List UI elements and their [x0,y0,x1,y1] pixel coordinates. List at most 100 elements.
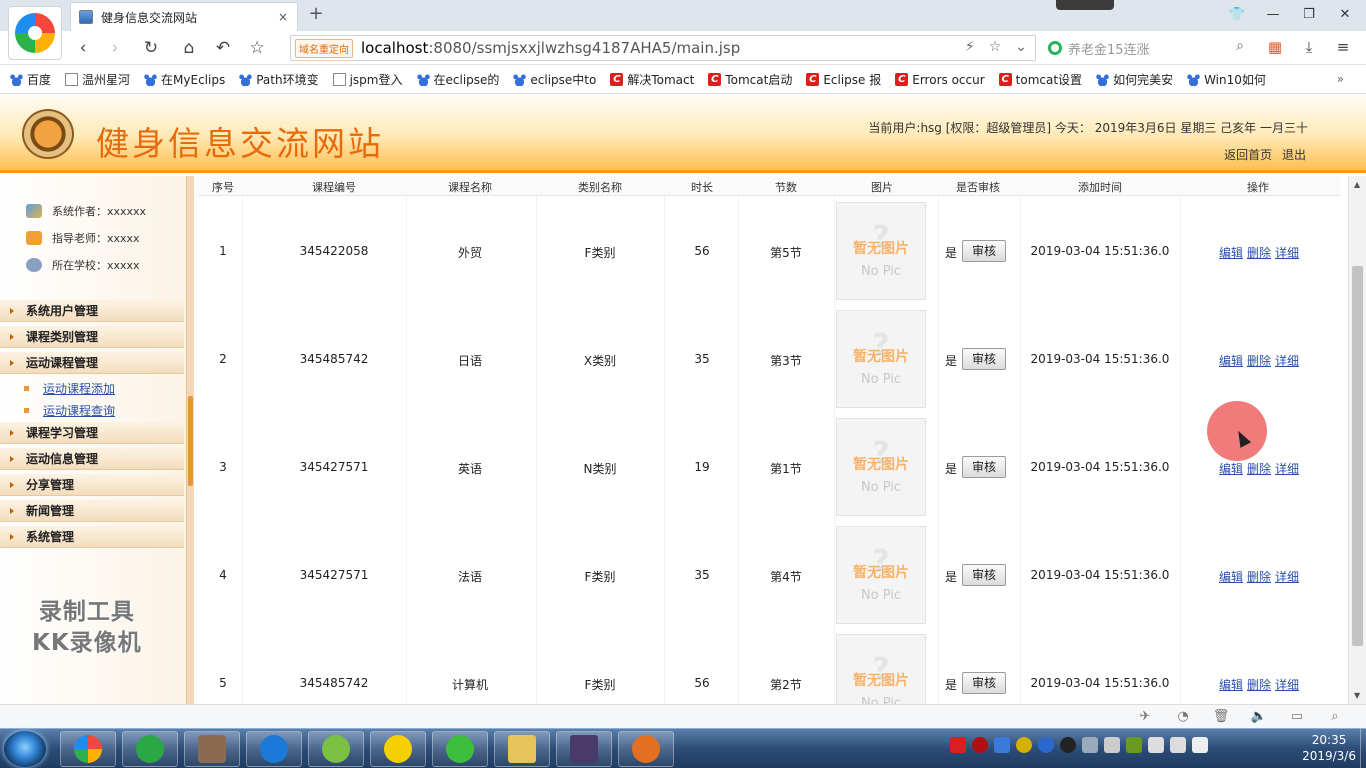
volume-icon[interactable] [1192,737,1208,753]
menu-system-users[interactable]: 系统用户管理 [0,300,184,322]
tray-icon[interactable] [1016,737,1032,753]
skin-icon[interactable]: 👕 [1220,4,1254,26]
bookmark-item[interactable]: C Errors occur [895,73,985,87]
search-input[interactable]: 养老金15连涨 [1068,39,1150,58]
bookmark-item[interactable]: 在eclipse的 [416,71,499,88]
tray-icon[interactable] [972,737,988,753]
browser-logo-icon[interactable] [8,6,62,60]
edit-link[interactable]: 编辑 [1219,354,1243,368]
download-icon[interactable]: ⤓ [1298,36,1320,58]
tray-icon[interactable] [1148,737,1164,753]
lightning-icon[interactable]: ⚡ [965,39,975,55]
show-desktop-button[interactable] [1360,729,1366,768]
audit-button[interactable]: 审核 [962,240,1006,262]
bookmark-item[interactable]: Win10如何 [1187,71,1266,88]
audit-button[interactable]: 审核 [962,348,1006,370]
bookmark-item[interactable]: Ctomcat设置 [998,71,1082,88]
detail-link[interactable]: 详细 [1275,678,1299,692]
menu-sport-course[interactable]: 运动课程管理 [0,352,184,374]
tray-icon[interactable] [1038,737,1054,753]
back-icon[interactable]: ‹ [72,37,94,59]
nvidia-icon[interactable] [1126,737,1142,753]
taskbar-browser[interactable] [60,731,116,767]
audit-button[interactable]: 审核 [962,672,1006,694]
taskbar-recorder[interactable] [618,731,674,767]
zoom-icon[interactable]: ⌕ [1326,709,1344,725]
volume-icon[interactable]: 🔈 [1250,709,1268,725]
menu-course-study[interactable]: 课程学习管理 [0,422,184,444]
menu-icon[interactable]: ≡ [1332,36,1354,58]
edit-link[interactable]: 编辑 [1219,246,1243,260]
audit-button[interactable]: 审核 [962,564,1006,586]
bookmark-item[interactable]: 百度 [10,71,51,88]
bookmark-item[interactable]: eclipse中to [513,71,596,88]
close-tab-icon[interactable]: × [275,10,291,24]
delete-link[interactable]: 删除 [1247,462,1271,476]
detail-link[interactable]: 详细 [1275,246,1299,260]
bookmark-item[interactable]: jspm登入 [332,71,403,88]
close-window-button[interactable]: ✕ [1328,4,1362,26]
home-link[interactable]: 返回首页 [1224,148,1272,162]
taskbar-wechat[interactable] [432,731,488,767]
taskbar-explorer[interactable] [494,731,550,767]
edit-link[interactable]: 编辑 [1219,570,1243,584]
vertical-scrollbar[interactable]: ▲ ▼ [1348,176,1366,704]
taskbar-app5[interactable] [308,731,364,767]
new-tab-button[interactable]: + [306,4,326,24]
menu-system[interactable]: 系统管理 [0,526,184,548]
detail-link[interactable]: 详细 [1275,462,1299,476]
minimize-button[interactable]: — [1256,4,1290,26]
home-icon[interactable]: ⌂ [178,37,200,59]
browser-tab[interactable]: 健身信息交流网站 × [70,2,298,31]
taskbar-javaee-ide[interactable] [556,731,612,767]
menu-course-category[interactable]: 课程类别管理 [0,326,184,348]
menu-sport-info[interactable]: 运动信息管理 [0,448,184,470]
window-icon[interactable]: ▭ [1288,709,1306,725]
address-url[interactable]: localhost:8080/ssmjsxxjlwzhsg4187AHA5/ma… [361,39,740,57]
trash-icon[interactable]: 🗑 [1212,709,1230,725]
tray-icon[interactable] [950,737,966,753]
reload-icon[interactable]: ↻ [140,37,162,59]
delete-link[interactable]: 删除 [1247,570,1271,584]
taskbar-app3[interactable] [184,731,240,767]
detail-link[interactable]: 详细 [1275,570,1299,584]
scroll-down-icon[interactable]: ▼ [1354,691,1360,700]
bookmark-item[interactable]: 如何完美安 [1096,71,1173,88]
taskbar-app2[interactable] [122,731,178,767]
shield-icon[interactable] [994,737,1010,753]
search-icon[interactable]: ⌕ [1236,38,1244,54]
edit-link[interactable]: 编辑 [1219,678,1243,692]
menu-share[interactable]: 分享管理 [0,474,184,496]
detail-link[interactable]: 详细 [1275,354,1299,368]
scroll-up-icon[interactable]: ▲ [1354,180,1360,189]
collapse-toggle[interactable] [188,396,193,486]
audit-button[interactable]: 审核 [962,456,1006,478]
start-button[interactable] [4,731,46,767]
search-box[interactable]: 养老金15连涨 ⌕ [1042,35,1252,61]
scrollbar-thumb[interactable] [1352,266,1363,646]
maximize-button[interactable]: ❐ [1292,4,1326,26]
bookmark-item[interactable]: 温州星河 [65,71,130,88]
more-bookmarks-icon[interactable]: » [1337,72,1344,86]
delete-link[interactable]: 删除 [1247,354,1271,368]
forward-icon[interactable]: › [104,37,126,59]
network-icon[interactable] [1104,737,1120,753]
bookmark-item[interactable]: C Eclipse 报 [806,71,881,88]
bookmark-item[interactable]: C 解决Tomact [610,71,694,88]
tray-icon[interactable] [1082,737,1098,753]
dropdown-chevron-icon[interactable]: ⌄ [1015,39,1027,55]
sidebar-splitter[interactable] [186,176,194,704]
taskbar-music[interactable] [370,731,426,767]
favorite-star-icon[interactable]: ☆ [246,37,268,59]
undo-close-icon[interactable]: ↶ [212,37,234,59]
submenu-course-query[interactable]: 运动课程查询 [24,402,115,419]
submenu-course-add[interactable]: 运动课程添加 [24,380,115,397]
bookmark-item[interactable]: Path环境变 [239,71,319,88]
bookmark-item[interactable]: C Tomcat启动 [708,71,792,88]
bookmark-item[interactable]: 在MyEclips [144,71,225,88]
delete-link[interactable]: 删除 [1247,678,1271,692]
rocket-icon[interactable]: ✈ [1136,709,1154,725]
taskbar-teamviewer[interactable] [246,731,302,767]
speed-icon[interactable]: ◔ [1174,709,1192,725]
apps-grid-icon[interactable]: ▦ [1264,36,1286,58]
